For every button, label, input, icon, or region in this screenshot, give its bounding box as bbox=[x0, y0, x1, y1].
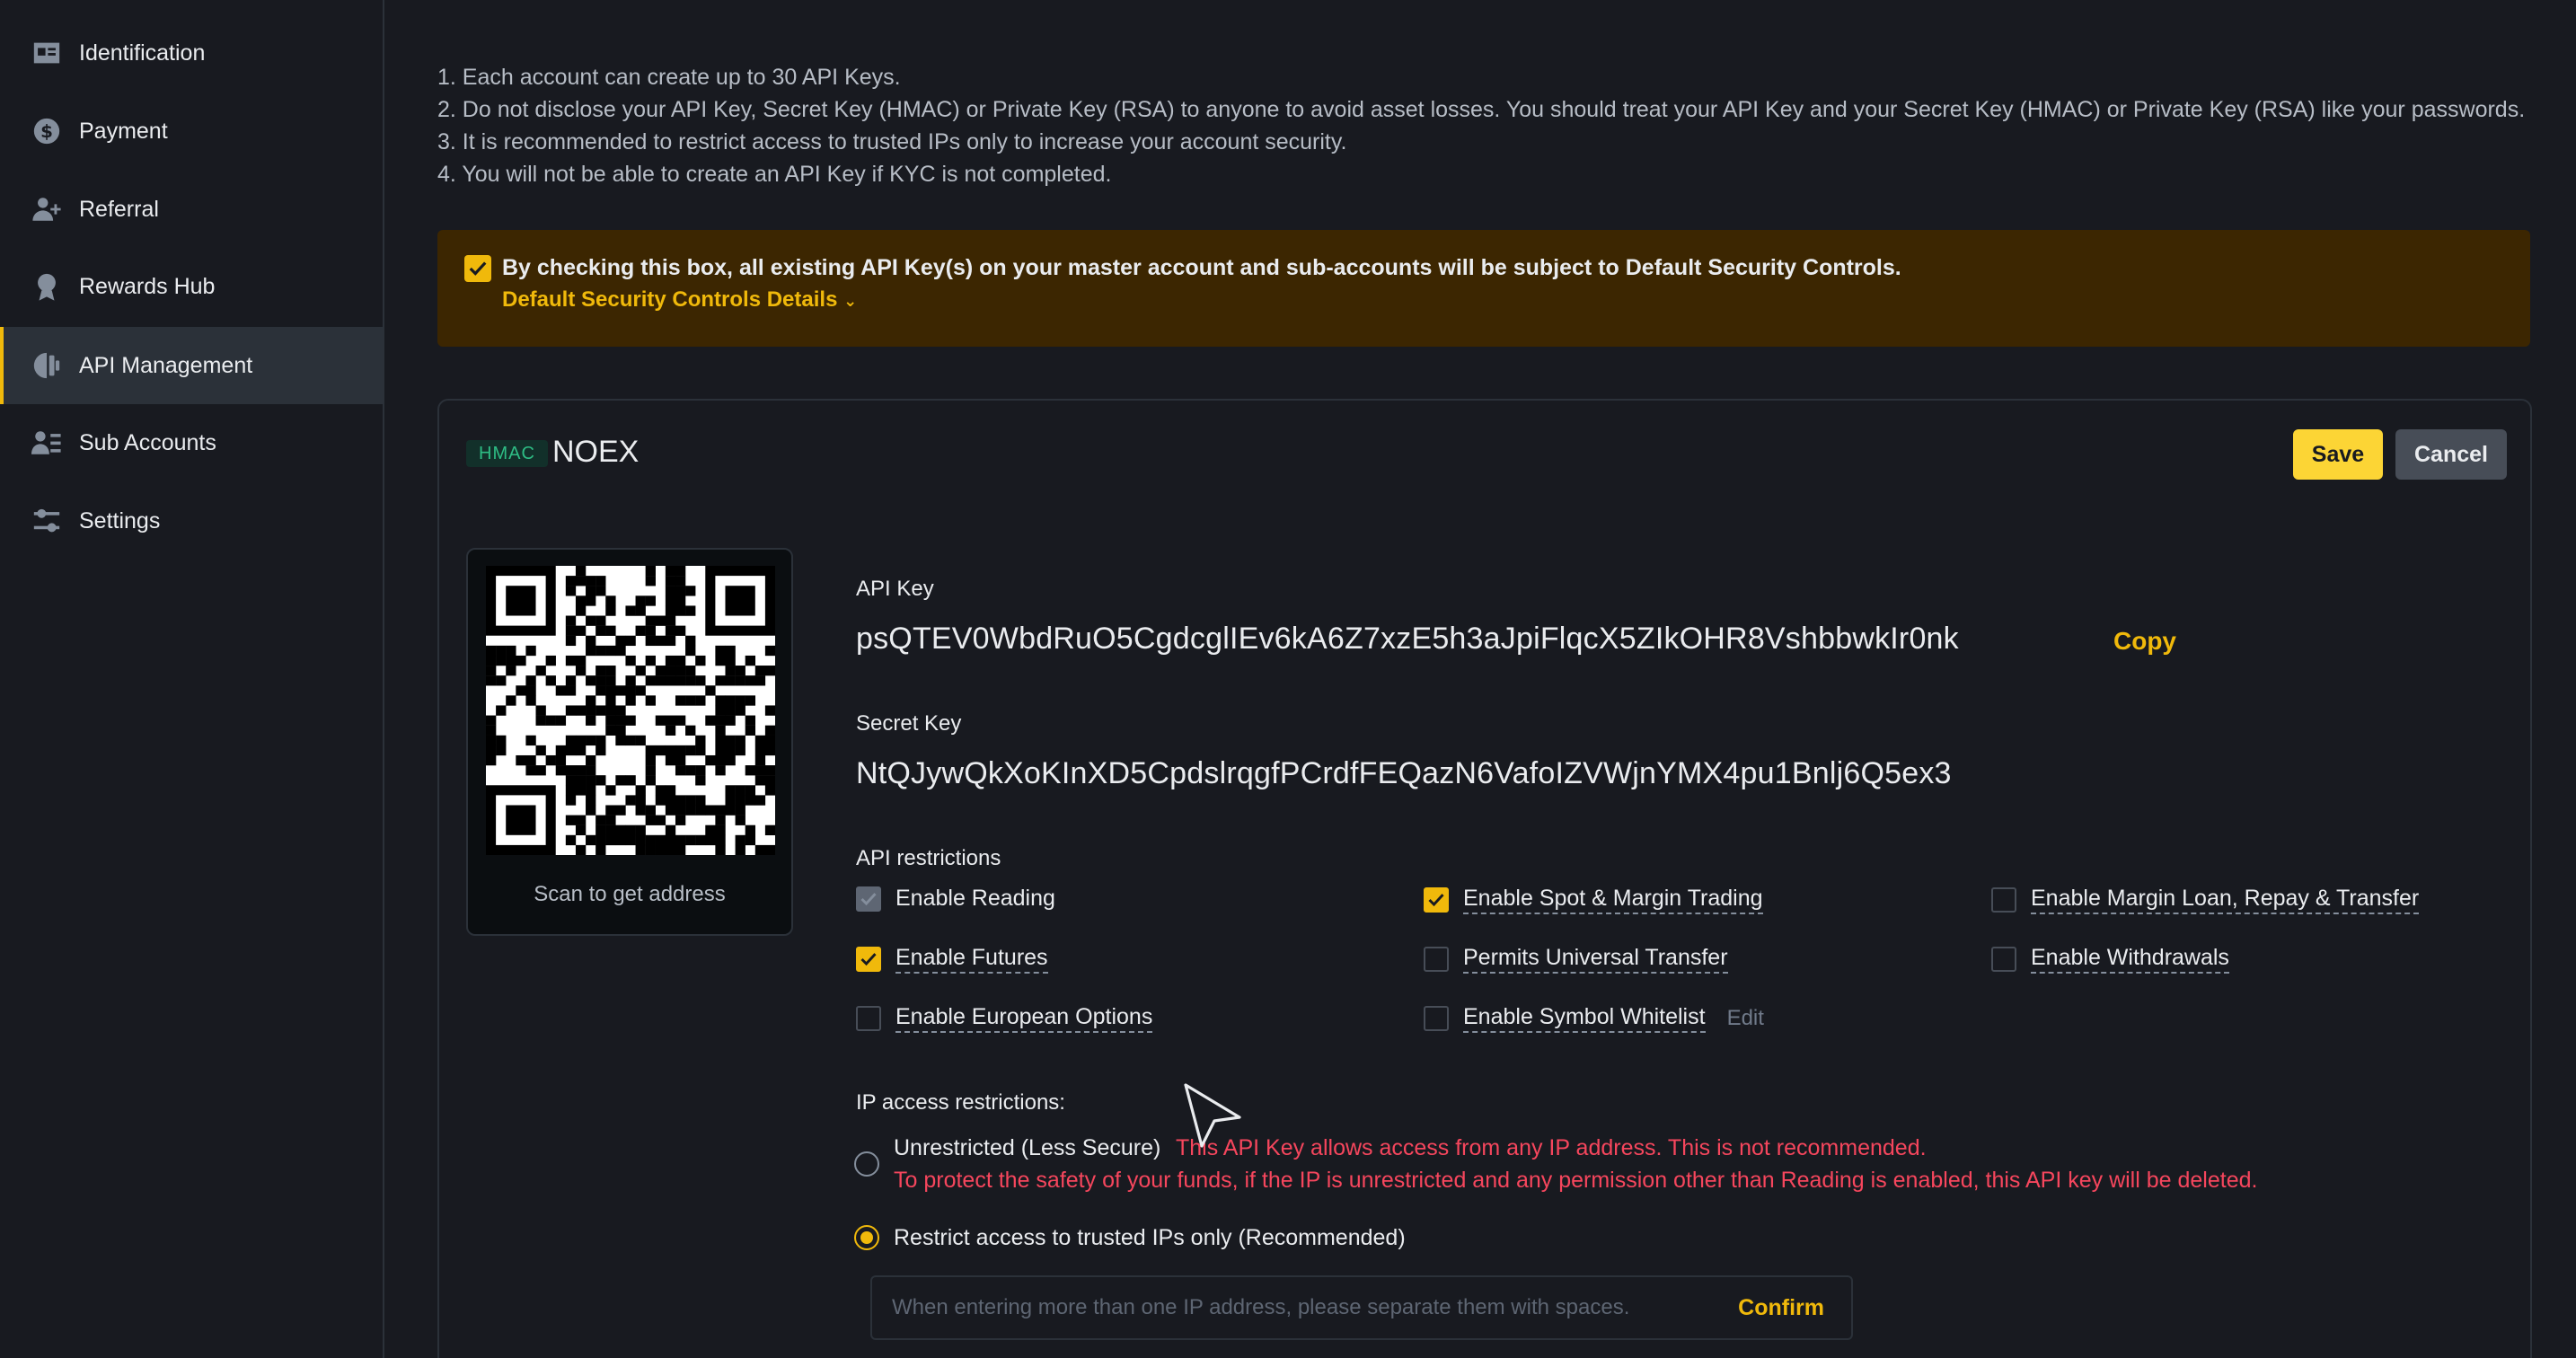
svg-text:$: $ bbox=[40, 121, 53, 142]
sidebar-item-referral[interactable]: Referral bbox=[0, 171, 383, 248]
ip-address-field[interactable]: Confirm bbox=[870, 1275, 1853, 1340]
sidebar-item-identification[interactable]: Identification bbox=[0, 14, 383, 92]
perm-withdrawals[interactable]: Enable Withdrawals bbox=[1991, 945, 2229, 974]
rule-item: 3. It is recommended to restrict access … bbox=[437, 129, 1347, 154]
api-key-label: API Key bbox=[856, 577, 934, 601]
perm-label: Enable Spot & Margin Trading bbox=[1463, 886, 1763, 914]
perm-margin-loan[interactable]: Enable Margin Loan, Repay & Transfer bbox=[1991, 886, 2420, 914]
security-controls-details-link[interactable]: Default Security Controls Details ⌄ bbox=[502, 287, 857, 313]
security-controls-checkbox[interactable] bbox=[464, 255, 491, 282]
rule-item: 2. Do not disclose your API Key, Secret … bbox=[437, 97, 2526, 122]
check-icon bbox=[469, 261, 487, 276]
sidebar-item-label: Rewards Hub bbox=[79, 273, 216, 299]
symbol-whitelist-checkbox[interactable] bbox=[1424, 1006, 1449, 1031]
enable-reading-checkbox bbox=[856, 886, 881, 912]
main-content: 1. Each account can create up to 30 API … bbox=[386, 0, 2576, 1358]
sidebar-item-settings[interactable]: Settings bbox=[0, 482, 383, 560]
add-user-icon bbox=[31, 193, 63, 225]
cancel-button[interactable]: Cancel bbox=[2395, 429, 2507, 480]
european-options-checkbox[interactable] bbox=[856, 1006, 881, 1031]
medal-icon bbox=[31, 270, 63, 303]
unrestricted-radio[interactable] bbox=[854, 1151, 879, 1177]
key-type-badge: HMAC bbox=[466, 440, 548, 467]
edit-whitelist-button[interactable]: Edit bbox=[1727, 1006, 1764, 1031]
secret-key-value: NtQJywQkXoKInXD5CpdslrqgfPCrdfFEQazN6Vaf… bbox=[856, 756, 1952, 790]
copy-button[interactable]: Copy bbox=[2113, 627, 2176, 656]
sidebar-item-label: Identification bbox=[79, 40, 206, 66]
sidebar-item-rewards-hub[interactable]: Rewards Hub bbox=[0, 248, 383, 325]
api-key-value: psQTEV0WbdRuO5CgdcglIEv6kA6Z7xzE5h3aJpiF… bbox=[856, 622, 1959, 656]
secret-key-label: Secret Key bbox=[856, 711, 962, 736]
perm-label: Permits Universal Transfer bbox=[1463, 945, 1728, 974]
perm-european-options[interactable]: Enable European Options bbox=[856, 1004, 1153, 1033]
perm-label: Enable European Options bbox=[895, 1004, 1153, 1033]
qr-caption: Scan to get address bbox=[534, 882, 726, 906]
api-key-name: NOEX bbox=[552, 435, 640, 469]
perm-enable-reading: Enable Reading bbox=[856, 886, 1055, 912]
sidebar-item-payment[interactable]: $ Payment bbox=[0, 93, 383, 170]
perm-futures[interactable]: Enable Futures bbox=[856, 945, 1048, 974]
withdrawals-checkbox[interactable] bbox=[1991, 947, 2016, 972]
unrestricted-warning-detail: To protect the safety of your funds, if … bbox=[894, 1168, 2258, 1193]
qr-code-image bbox=[486, 566, 775, 855]
dollar-icon: $ bbox=[31, 115, 63, 147]
futures-checkbox[interactable] bbox=[856, 947, 881, 972]
ip-address-input[interactable] bbox=[892, 1277, 1700, 1338]
banner-text: By checking this box, all existing API K… bbox=[502, 255, 1901, 280]
sliders-icon bbox=[31, 505, 63, 537]
api-key-card: HMAC NOEX Save Cancel Scan to get addres… bbox=[437, 399, 2532, 1358]
unrestricted-warning: This API Key allows access from any IP a… bbox=[1176, 1135, 1927, 1160]
chevron-down-icon: ⌄ bbox=[843, 292, 858, 310]
check-icon bbox=[860, 892, 877, 905]
margin-loan-checkbox[interactable] bbox=[1991, 887, 2016, 913]
perm-label: Enable Reading bbox=[895, 886, 1055, 911]
api-rules-list: 1. Each account can create up to 30 API … bbox=[437, 61, 2525, 190]
sidebar-item-label: Settings bbox=[79, 507, 161, 534]
api-icon bbox=[31, 349, 63, 382]
security-controls-banner: By checking this box, all existing API K… bbox=[437, 230, 2530, 347]
check-icon bbox=[1428, 894, 1444, 907]
perm-label: Enable Futures bbox=[895, 945, 1048, 974]
perm-spot-margin-trading[interactable]: Enable Spot & Margin Trading bbox=[1424, 886, 1763, 914]
id-card-icon bbox=[31, 37, 63, 69]
sidebar-item-api-management[interactable]: API Management bbox=[0, 327, 383, 404]
check-icon bbox=[860, 953, 877, 966]
restricted-radio[interactable] bbox=[854, 1225, 879, 1250]
sidebar-item-sub-accounts[interactable]: Sub Accounts bbox=[0, 404, 383, 481]
perm-universal-transfer[interactable]: Permits Universal Transfer bbox=[1424, 945, 1728, 974]
sidebar-item-label: Referral bbox=[79, 196, 159, 222]
api-restrictions-label: API restrictions bbox=[856, 846, 1001, 870]
link-label: Default Security Controls Details bbox=[502, 287, 838, 312]
confirm-button[interactable]: Confirm bbox=[1738, 1295, 1824, 1321]
rule-item: 4. You will not be able to create an API… bbox=[437, 162, 1112, 187]
restricted-label: Restrict access to trusted IPs only (Rec… bbox=[894, 1225, 1406, 1250]
sidebar-item-label: Sub Accounts bbox=[79, 429, 216, 455]
perm-label: Enable Symbol Whitelist bbox=[1463, 1004, 1706, 1033]
sub-accounts-icon bbox=[31, 427, 63, 459]
spot-margin-checkbox[interactable] bbox=[1424, 887, 1449, 913]
sidebar-item-label: Payment bbox=[79, 118, 168, 144]
ip-restrictions-label: IP access restrictions: bbox=[856, 1090, 1065, 1115]
perm-symbol-whitelist[interactable]: Enable Symbol Whitelist Edit bbox=[1424, 1004, 1764, 1033]
rule-item: 1. Each account can create up to 30 API … bbox=[437, 65, 901, 90]
mouse-cursor-icon bbox=[1184, 1083, 1241, 1148]
perm-label: Enable Withdrawals bbox=[2031, 945, 2229, 974]
unrestricted-label: Unrestricted (Less Secure) bbox=[894, 1135, 1161, 1160]
sidebar: Identification $ Payment Referral Reward… bbox=[0, 0, 384, 1358]
qr-code-panel: Scan to get address bbox=[466, 548, 793, 936]
perm-label: Enable Margin Loan, Repay & Transfer bbox=[2031, 886, 2420, 914]
universal-transfer-checkbox[interactable] bbox=[1424, 947, 1449, 972]
sidebar-item-label: API Management bbox=[79, 352, 253, 378]
save-button[interactable]: Save bbox=[2293, 429, 2383, 480]
